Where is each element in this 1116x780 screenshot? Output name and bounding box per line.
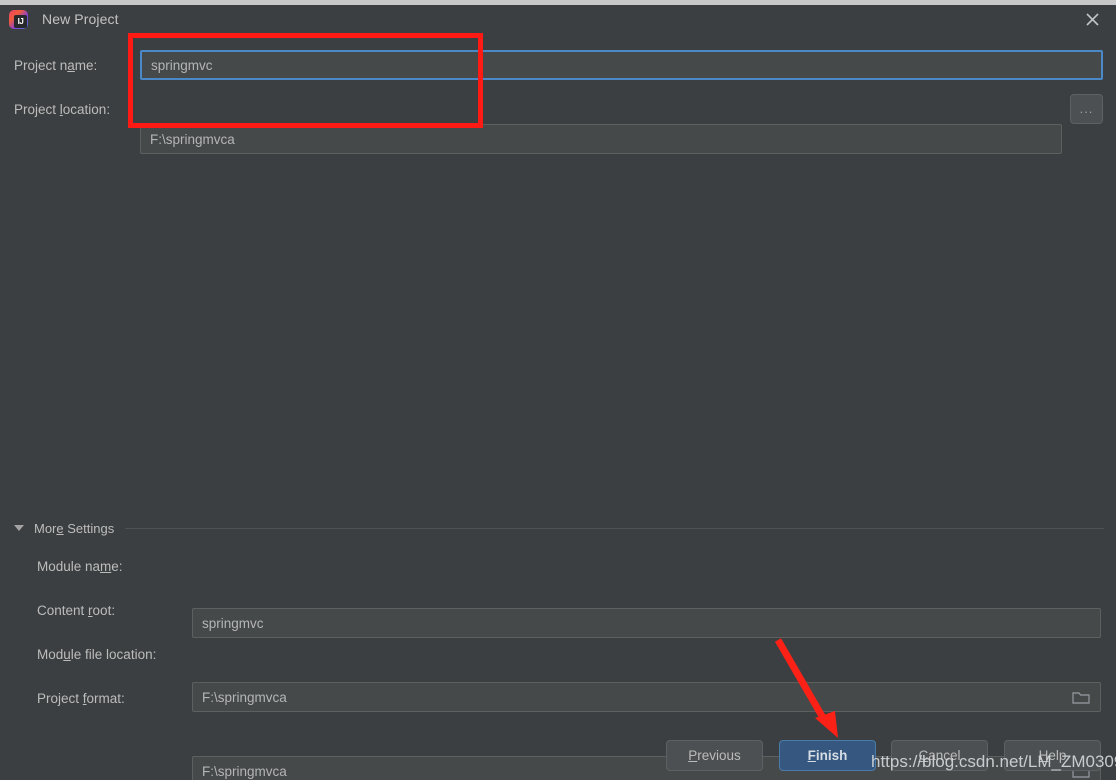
new-project-dialog: IJ New Project Project name: springmvc P… [0,0,1116,780]
finish-button[interactable]: Finish [779,740,876,771]
content-root-value: F:\springmvca [202,689,287,705]
module-name-input[interactable]: springmvc [192,608,1101,638]
project-location-label: Project location: [14,101,111,117]
module-name-row: Module name: [37,551,123,581]
project-name-input[interactable]: springmvc [140,50,1103,80]
close-icon[interactable] [1068,5,1116,33]
content-root-row: Content root: [37,595,115,625]
project-location-browse-button[interactable]: ... [1070,94,1103,124]
ellipsis-icon: ... [1079,101,1094,116]
content-root-label: Content root: [37,602,116,618]
more-settings-label: More Settings [34,520,115,536]
previous-button[interactable]: Previous [666,740,763,771]
dialog-title: New Project [42,11,119,27]
content-root-input[interactable]: F:\springmvca [192,682,1101,712]
more-settings-toggle[interactable]: More Settings [14,518,1104,538]
watermark-text: https://blog.csdn.net/LM_ZM0309 [871,752,1116,771]
project-format-row: Project format: [37,683,125,713]
module-file-location-row: Module file location: [37,639,156,669]
project-name-label: Project name: [14,57,98,73]
project-name-value: springmvc [151,57,213,73]
intellij-idea-icon: IJ [9,9,28,29]
project-location-input[interactable]: F:\springmvca [140,124,1062,154]
module-file-location-value: F:\springmvca [202,763,287,779]
module-name-label: Module name: [37,558,123,574]
dialog-titlebar: IJ New Project [0,5,1116,33]
project-location-value: F:\springmvca [150,131,235,147]
module-name-value: springmvc [202,615,264,631]
project-location-row: Project location: [14,94,1104,124]
module-file-location-label: Module file location: [37,646,157,662]
folder-icon[interactable] [1072,690,1090,708]
more-settings-divider [125,527,1104,529]
project-format-label: Project format: [37,690,125,706]
chevron-down-icon [14,525,24,531]
